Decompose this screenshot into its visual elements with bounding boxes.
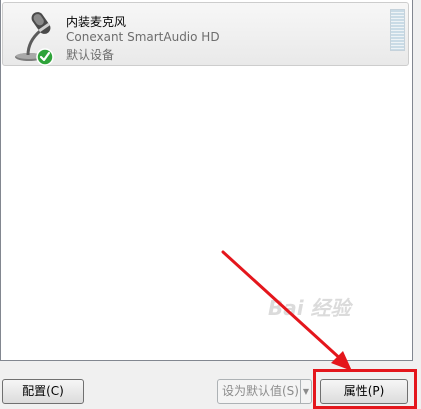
recording-device-list[interactable]: 内装麦克风 Conexant SmartAudio HD 默认设备: [0, 0, 413, 361]
device-name: 内装麦克风: [66, 15, 127, 29]
configure-button[interactable]: 配置(C): [2, 379, 84, 404]
device-status: 默认设备: [66, 48, 115, 62]
set-default-button[interactable]: 设为默认值(S): [217, 379, 302, 404]
device-driver: Conexant SmartAudio HD: [66, 30, 220, 44]
highlight-box: [313, 369, 417, 409]
microphone-icon: [15, 12, 54, 66]
device-item-internal-microphone[interactable]: 内装麦克风 Conexant SmartAudio HD 默认设备: [2, 2, 409, 66]
set-default-dropdown-arrow[interactable]: ▼: [300, 379, 312, 404]
check-icon: [36, 48, 54, 66]
watermark: Bai 经验: [268, 296, 351, 320]
level-meter: [390, 9, 405, 51]
